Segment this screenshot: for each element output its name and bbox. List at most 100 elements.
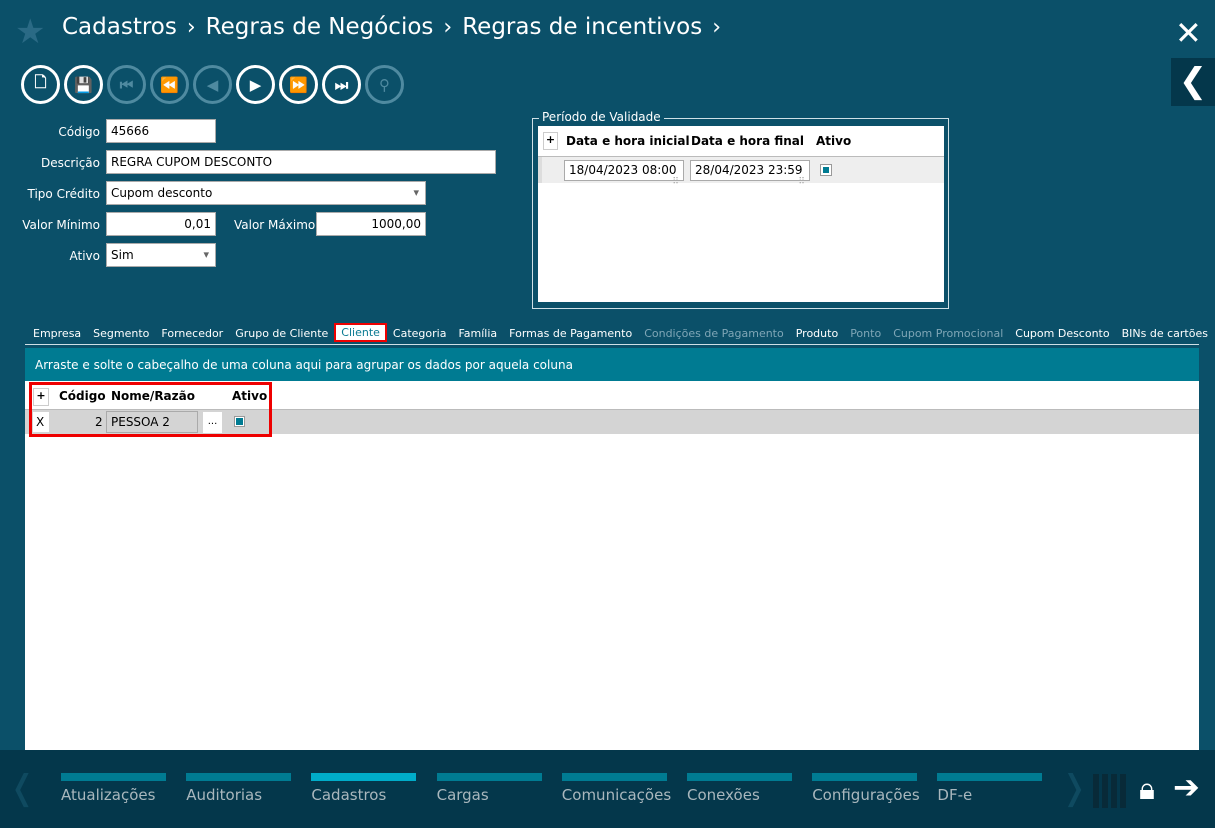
- tab-grupo-de-cliente[interactable]: Grupo de Cliente: [229, 326, 334, 342]
- module-bar-indicator: [436, 773, 542, 781]
- scroll-left-icon[interactable]: ❬: [8, 768, 37, 808]
- valor-minimo-input[interactable]: 0,01: [106, 212, 216, 236]
- tab-segmento[interactable]: Segmento: [87, 326, 155, 342]
- module-cadastros[interactable]: Cadastros: [311, 773, 417, 804]
- tab-cupom-desconto[interactable]: Cupom Desconto: [1009, 326, 1115, 342]
- search-button[interactable]: ⚲: [365, 65, 404, 104]
- apps-grid-icon[interactable]: [1093, 774, 1127, 808]
- tipo-credito-select[interactable]: Cupom desconto: [106, 181, 426, 205]
- codigo-input[interactable]: 45666: [106, 119, 216, 143]
- tab-bar: Empresa Segmento Fornecedor Grupo de Client…: [27, 323, 1214, 342]
- col-ativo[interactable]: Ativo: [232, 389, 267, 403]
- table-row: 18/04/2023 08:00 ⠿ 28/04/2023 23:59 ⠿: [538, 157, 944, 187]
- tab-fornecedor[interactable]: Fornecedor: [155, 326, 229, 342]
- module-label: Auditorias: [186, 786, 263, 804]
- rewind-icon: ⏪: [160, 75, 179, 94]
- lookup-button[interactable]: ...: [203, 412, 222, 433]
- chevron-right-icon: ›: [712, 14, 722, 40]
- rewind-button[interactable]: ⏪: [150, 65, 189, 104]
- valor-maximo-label: Valor Máximo: [234, 218, 316, 232]
- ativo-checkbox[interactable]: [234, 416, 245, 427]
- last-icon: ⏭: [334, 75, 349, 94]
- collapse-panel-button[interactable]: ❮: [1171, 58, 1215, 106]
- cliente-grid-panel: Arraste e solte o cabeçalho de uma colun…: [25, 348, 1199, 750]
- chevron-right-icon: ›: [443, 14, 453, 40]
- module-configurações[interactable]: Configurações: [812, 773, 920, 804]
- tab-condições-de-pagamento: Condições de Pagamento: [644, 327, 784, 340]
- previous-button[interactable]: ◀: [193, 65, 232, 104]
- col-codigo[interactable]: Código: [59, 389, 106, 403]
- fast-forward-button[interactable]: ⏩: [279, 65, 318, 104]
- tipo-credito-value: Cupom desconto: [111, 186, 213, 200]
- next-button[interactable]: ▶: [236, 65, 275, 104]
- add-period-button[interactable]: +: [543, 132, 558, 150]
- tab-categoria[interactable]: Categoria: [387, 326, 453, 342]
- calendar-grid-icon[interactable]: ⠿: [672, 177, 679, 187]
- periodo-validade-fieldset: Período de Validade + Data e hora inicia…: [532, 110, 949, 309]
- breadcrumb-item[interactable]: Cadastros: [62, 14, 177, 40]
- tab-bins-de-cartões[interactable]: BINs de cartões: [1116, 326, 1214, 342]
- group-by-area[interactable]: Arraste e solte o cabeçalho de uma colun…: [25, 348, 1199, 381]
- module-conexões[interactable]: Conexões: [687, 773, 792, 804]
- module-bar-indicator: [812, 773, 918, 781]
- tab-formas-de-pagamento[interactable]: Formas de Pagamento: [503, 326, 638, 342]
- data-final-input[interactable]: 28/04/2023 23:59 ⠿: [690, 160, 810, 187]
- logout-arrow-icon[interactable]: ➔: [1173, 768, 1200, 806]
- col-data-final[interactable]: Data e hora final: [691, 134, 804, 148]
- tab-cliente[interactable]: Cliente: [334, 323, 387, 342]
- col-ativo[interactable]: Ativo: [816, 134, 851, 148]
- breadcrumb-item[interactable]: Regras de incentivos: [462, 14, 702, 40]
- toolbar: 🗋 💾 ⏮ ⏪ ◀ ▶ ⏩ ⏭ ⚲: [21, 65, 404, 104]
- module-bar: ❬ ❭ 🔒︎ ➔ Atualizações Auditorias Cadastros…: [0, 750, 1215, 828]
- add-row-button[interactable]: +: [33, 388, 49, 406]
- save-button[interactable]: 💾: [64, 65, 103, 104]
- tipo-credito-label: Tipo Crédito: [27, 187, 101, 201]
- next-icon: ▶: [249, 75, 262, 94]
- ativo-value: Sim: [111, 248, 134, 262]
- module-df-e[interactable]: DF-e: [937, 773, 1043, 804]
- module-bar-indicator: [311, 773, 417, 781]
- module-bar-indicator: [937, 773, 1043, 781]
- tab-divider: [25, 344, 1199, 345]
- module-bar-indicator: [561, 773, 667, 781]
- codigo-cell: 2: [95, 415, 103, 429]
- module-label: Configurações: [812, 786, 920, 804]
- ativo-select[interactable]: Sim: [106, 243, 216, 267]
- nome-cell[interactable]: PESSOA 2: [106, 411, 198, 433]
- favorite-star-icon[interactable]: ★: [15, 12, 45, 52]
- tab-ponto: Ponto: [850, 327, 882, 340]
- first-button[interactable]: ⏮: [107, 65, 146, 104]
- col-nome-razao[interactable]: Nome/Razão: [111, 389, 195, 403]
- module-cargas[interactable]: Cargas: [436, 773, 542, 804]
- lock-icon[interactable]: 🔒︎: [1139, 772, 1155, 807]
- close-icon[interactable]: ✕: [1175, 14, 1202, 52]
- module-label: Atualizações: [61, 786, 156, 804]
- descricao-input[interactable]: REGRA CUPOM DESCONTO: [106, 150, 496, 174]
- scroll-right-icon[interactable]: ❭: [1060, 768, 1089, 808]
- breadcrumb-item[interactable]: Regras de Negócios: [206, 14, 434, 40]
- new-document-button[interactable]: 🗋: [21, 65, 60, 104]
- table-row: X 2 PESSOA 2 ...: [25, 410, 1199, 434]
- module-bar-indicator: [186, 773, 292, 781]
- chevron-right-icon: ›: [186, 14, 196, 40]
- module-atualizações[interactable]: Atualizações: [61, 773, 166, 804]
- tab-empresa[interactable]: Empresa: [27, 326, 87, 342]
- valor-maximo-input[interactable]: 1000,00: [316, 212, 426, 236]
- tab-família[interactable]: Família: [452, 326, 503, 342]
- module-auditorias[interactable]: Auditorias: [186, 773, 292, 804]
- search-icon: ⚲: [379, 75, 390, 94]
- data-inicial-value: 18/04/2023 08:00: [569, 163, 677, 177]
- col-data-inicial[interactable]: Data e hora inicial: [566, 134, 690, 148]
- remove-row-button[interactable]: X: [33, 412, 49, 432]
- last-button[interactable]: ⏭: [322, 65, 361, 104]
- module-label: Cargas: [436, 786, 489, 804]
- module-label: Conexões: [687, 786, 760, 804]
- new-document-icon: 🗋: [34, 73, 47, 91]
- data-final-value: 28/04/2023 23:59: [695, 163, 803, 177]
- module-comunicações[interactable]: Comunicações: [561, 773, 671, 804]
- tab-produto[interactable]: Produto: [790, 326, 844, 342]
- data-inicial-input[interactable]: 18/04/2023 08:00 ⠿: [564, 160, 684, 187]
- module-bar-indicator: [687, 773, 792, 781]
- ativo-checkbox[interactable]: [820, 164, 832, 176]
- calendar-grid-icon[interactable]: ⠿: [798, 177, 805, 187]
